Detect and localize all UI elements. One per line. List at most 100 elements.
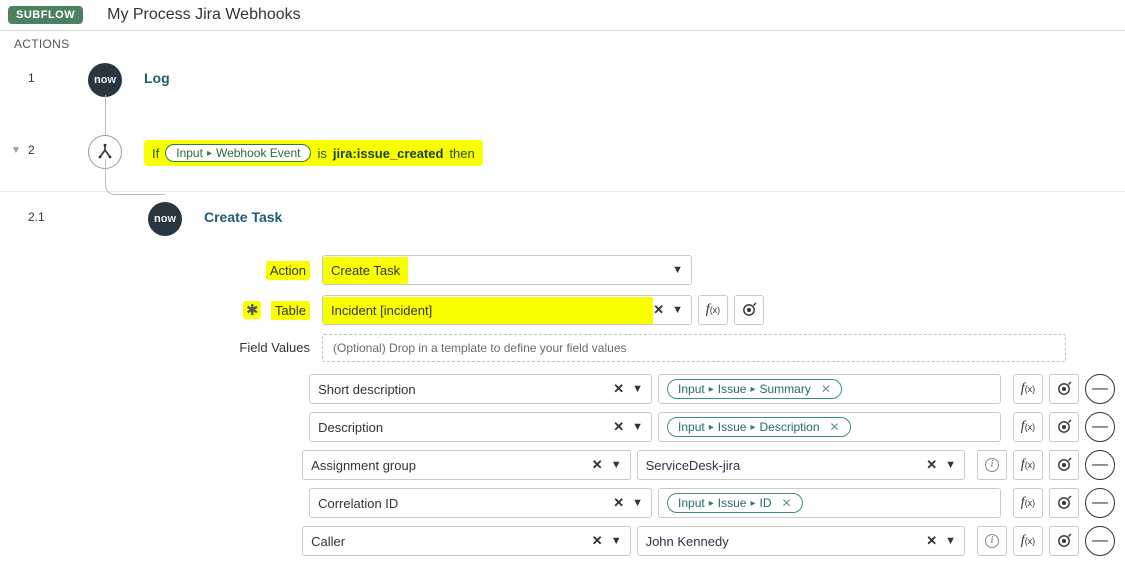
info-button[interactable]: i xyxy=(977,450,1007,480)
chevron-down-icon[interactable]: ▼ xyxy=(632,497,643,509)
field-values-grid: Short description ✕ ▼ Input▸Issue▸Summar… xyxy=(142,374,1115,556)
remove-row-button[interactable]: — xyxy=(1085,488,1115,518)
chevron-down-icon[interactable]: ▼ xyxy=(632,421,643,433)
clear-icon[interactable]: ✕ xyxy=(592,533,603,549)
field-value-input[interactable]: John Kennedy ✕ ▼ xyxy=(637,526,965,556)
action-detail-panel: Action Create Task ▼ ✱ Table Incident [i… xyxy=(10,236,1115,556)
target-button[interactable] xyxy=(1049,450,1079,480)
arrow-icon: ▸ xyxy=(707,384,716,395)
table-input[interactable]: Incident [incident] ✕ ▼ xyxy=(322,295,692,325)
step-1-row[interactable]: 1 now Log xyxy=(10,55,1115,123)
field-value-pill-input[interactable]: Input▸Issue▸Summary✕ xyxy=(658,374,1001,404)
chevron-down-icon[interactable]: ▼ xyxy=(611,535,622,547)
step-number-text: 2 xyxy=(28,143,35,157)
fx-button[interactable]: f(x) xyxy=(698,295,728,325)
remove-row-button[interactable]: — xyxy=(1085,412,1115,442)
data-pill[interactable]: Input▸Issue▸Summary✕ xyxy=(667,379,842,399)
fx-button[interactable]: f(x) xyxy=(1013,374,1043,404)
chevron-down-icon[interactable]: ▼ xyxy=(632,383,643,395)
pill-segment: Input xyxy=(176,146,203,160)
field-value-row: Assignment group ✕ ▼ ServiceDesk-jira ✕ … xyxy=(142,450,1115,480)
remove-row-button[interactable]: — xyxy=(1085,526,1115,556)
target-button[interactable] xyxy=(1049,488,1079,518)
step-1-action-name[interactable]: Log xyxy=(144,63,170,86)
remove-row-button[interactable]: — xyxy=(1085,450,1115,480)
data-pill[interactable]: Input▸Issue▸ID✕ xyxy=(667,493,803,513)
required-icon: ✱ xyxy=(243,301,261,319)
clear-icon[interactable]: ✕ xyxy=(613,381,624,397)
action-value: Create Task xyxy=(323,257,408,284)
clear-icon[interactable]: ✕ xyxy=(592,457,603,473)
field-name: Assignment group xyxy=(311,458,592,473)
clear-icon[interactable]: ✕ xyxy=(926,457,937,473)
chevron-down-icon[interactable]: ▼ xyxy=(945,459,956,471)
clear-icon[interactable]: ✕ xyxy=(926,533,937,549)
field-values-row: Field Values (Optional) Drop in a templa… xyxy=(142,334,1115,366)
target-button[interactable] xyxy=(734,295,764,325)
fx-button[interactable]: f(x) xyxy=(1013,450,1043,480)
action-row: Action Create Task ▼ xyxy=(142,254,1115,286)
pill-segment: Input xyxy=(678,420,705,434)
clear-icon[interactable]: ✕ xyxy=(613,495,624,511)
fx-button[interactable]: f(x) xyxy=(1013,526,1043,556)
pill-remove-icon[interactable]: ✕ xyxy=(813,382,831,396)
arrow-icon: ▸ xyxy=(205,148,214,159)
field-values-label: Field Values xyxy=(142,334,322,355)
field-value-row: Short description ✕ ▼ Input▸Issue▸Summar… xyxy=(142,374,1115,404)
field-value-pill-input[interactable]: Input▸Issue▸ID✕ xyxy=(658,488,1001,518)
field-name-select[interactable]: Short description ✕ ▼ xyxy=(309,374,652,404)
chevron-down-icon[interactable]: ▼ xyxy=(672,264,683,276)
field-value-input[interactable]: ServiceDesk-jira ✕ ▼ xyxy=(637,450,965,480)
target-button[interactable] xyxy=(1049,526,1079,556)
pill-segment: Description xyxy=(760,420,820,434)
step-number-text: 2.1 xyxy=(28,210,45,224)
target-button[interactable] xyxy=(1049,412,1079,442)
remove-row-button[interactable]: — xyxy=(1085,374,1115,404)
data-pill[interactable]: Input▸Issue▸Description✕ xyxy=(667,417,851,437)
pill-remove-icon[interactable]: ✕ xyxy=(822,420,840,434)
condition-pill[interactable]: Input ▸ Webhook Event xyxy=(165,144,311,162)
if-condition[interactable]: If Input ▸ Webhook Event is jira:issue_c… xyxy=(144,140,483,166)
step-number: ▼ 2 xyxy=(10,135,88,157)
fx-button[interactable]: f(x) xyxy=(1013,488,1043,518)
field-name-select[interactable]: Correlation ID ✕ ▼ xyxy=(309,488,652,518)
step-number: 2.1 xyxy=(10,202,88,224)
now-icon: now xyxy=(88,63,122,97)
pill-segment: Issue xyxy=(718,496,747,510)
chevron-down-icon[interactable]: ▼ xyxy=(611,459,622,471)
target-button[interactable] xyxy=(1049,374,1079,404)
pill-segment: ID xyxy=(760,496,772,510)
field-name-select[interactable]: Assignment group ✕ ▼ xyxy=(302,450,630,480)
step-number-text: 1 xyxy=(28,71,35,85)
is-keyword: is xyxy=(317,146,326,161)
info-button[interactable]: i xyxy=(977,526,1007,556)
pill-remove-icon[interactable]: ✕ xyxy=(774,496,792,510)
pill-segment: Issue xyxy=(718,382,747,396)
condition-value: jira:issue_created xyxy=(333,146,444,161)
field-value-pill-input[interactable]: Input▸Issue▸Description✕ xyxy=(658,412,1001,442)
action-select[interactable]: Create Task ▼ xyxy=(322,255,692,285)
field-value-text: ServiceDesk-jira xyxy=(646,458,741,473)
field-values-template-dropzone[interactable]: (Optional) Drop in a template to define … xyxy=(322,334,1066,362)
clear-icon[interactable]: ✕ xyxy=(653,302,664,318)
fx-button[interactable]: f(x) xyxy=(1013,412,1043,442)
action-label: Action xyxy=(266,261,310,280)
arrow-icon: ▸ xyxy=(748,422,757,433)
field-name-select[interactable]: Description ✕ ▼ xyxy=(309,412,652,442)
step-2-row[interactable]: ▼ 2 If Input ▸ Webhook Event is jira:iss… xyxy=(10,123,1115,191)
arrow-icon: ▸ xyxy=(748,384,757,395)
collapse-icon[interactable]: ▼ xyxy=(10,145,22,156)
chevron-down-icon[interactable]: ▼ xyxy=(672,304,683,316)
chevron-down-icon[interactable]: ▼ xyxy=(945,535,956,547)
flow-header: SUBFLOW My Process Jira Webhooks xyxy=(0,0,1125,31)
field-value-row: Description ✕ ▼ Input▸Issue▸Description✕… xyxy=(142,412,1115,442)
field-name: Short description xyxy=(318,382,613,397)
arrow-icon: ▸ xyxy=(707,422,716,433)
clear-icon[interactable]: ✕ xyxy=(613,419,624,435)
step-2-1-row[interactable]: 2.1 now Create Task xyxy=(10,192,1115,236)
step-2-1-action-name[interactable]: Create Task xyxy=(204,202,282,225)
field-name-select[interactable]: Caller ✕ ▼ xyxy=(302,526,630,556)
then-keyword: then xyxy=(449,146,474,161)
field-value-row: Caller ✕ ▼ John Kennedy ✕ ▼ i f(x) — xyxy=(142,526,1115,556)
field-value-row: Correlation ID ✕ ▼ Input▸Issue▸ID✕ i f(x… xyxy=(142,488,1115,518)
